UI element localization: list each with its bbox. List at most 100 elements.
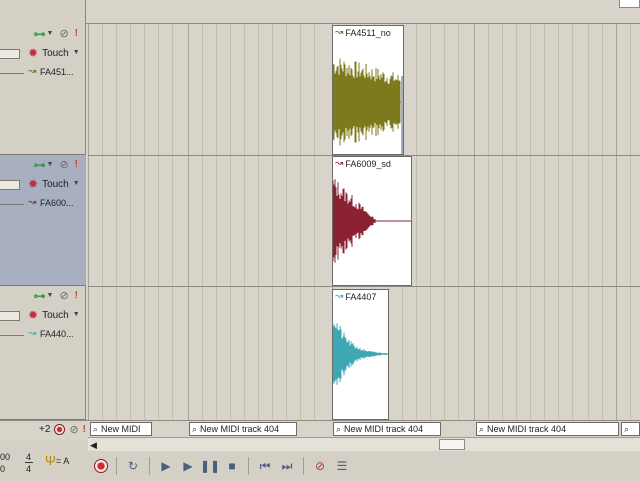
separator xyxy=(149,457,150,475)
transpose-value[interactable]: +2 xyxy=(39,424,50,435)
meter-bottom[interactable]: 4 xyxy=(26,464,31,474)
solo-icon[interactable]: ! xyxy=(75,28,78,40)
midi-clip[interactable]: ⌕ xyxy=(621,422,640,436)
track-header-2[interactable]: ⊶ ▼ ⊘ ! ✹ Touch ▼ ↝ FA600... xyxy=(0,155,86,286)
mute-icon[interactable]: ⊘ xyxy=(59,290,68,302)
volume-slider[interactable] xyxy=(0,180,20,190)
separator xyxy=(248,457,249,475)
tempo-value[interactable]: 00 xyxy=(0,452,10,462)
grid-line xyxy=(458,24,459,420)
separator xyxy=(303,457,304,475)
midi-clip-icon: ⌕ xyxy=(624,423,630,434)
midi-track-row: +2 ⊘ ! ⌕ New MIDI ⌕ New MIDI track 404 ⌕… xyxy=(0,420,640,437)
grid-line xyxy=(172,24,173,420)
midi-track-header[interactable]: +2 ⊘ ! xyxy=(0,421,90,438)
grid-line xyxy=(202,24,203,420)
record-button[interactable] xyxy=(94,459,108,473)
midi-clip-label: New MIDI track 404 xyxy=(200,424,280,434)
mute-icon[interactable]: ⊘ xyxy=(69,424,78,436)
meter-top[interactable]: 4 xyxy=(26,452,31,462)
track-headers: ⊶ ▼ ⊘ ! ✹ Touch ▼ ↝ FA451... ⊶ ▼ ⊘ ! ✹ T… xyxy=(0,0,86,420)
chevron-down-icon[interactable]: ▼ xyxy=(73,309,80,321)
midi-clip-icon: ⌕ xyxy=(336,423,342,434)
play-icon[interactable]: ▶ xyxy=(158,458,174,474)
solo-icon[interactable]: ! xyxy=(75,159,78,171)
top-clip-fragment[interactable] xyxy=(619,0,640,8)
lane-label: FA440... xyxy=(40,329,74,339)
chevron-down-icon[interactable]: ▼ xyxy=(73,178,80,190)
grid-line xyxy=(188,24,189,420)
lane-arrow-icon: ↝ xyxy=(28,66,37,77)
automation-lane-line xyxy=(0,335,24,336)
scrollbar-thumb[interactable] xyxy=(439,439,465,450)
automation-mode[interactable]: Touch xyxy=(42,179,69,190)
chevron-down-icon[interactable]: ▼ xyxy=(47,290,54,302)
lane-label: FA600... xyxy=(40,198,74,208)
tempo-value-2[interactable]: 0 xyxy=(0,464,5,474)
grid-line xyxy=(286,24,287,420)
mixer-icon[interactable]: ☰ xyxy=(334,458,350,474)
grid-line xyxy=(488,24,489,420)
grid-line xyxy=(602,24,603,420)
skip-forward-icon[interactable]: ⏭ xyxy=(279,458,295,474)
gear-icon[interactable]: ✹ xyxy=(28,309,38,321)
chevron-down-icon[interactable]: ▼ xyxy=(73,47,80,59)
midi-clip[interactable]: ⌕ New MIDI track 404 xyxy=(476,422,619,436)
grid-line xyxy=(544,24,545,420)
record-arm-icon[interactable] xyxy=(54,424,66,435)
chevron-down-icon[interactable]: ▼ xyxy=(47,159,54,171)
midi-clip-label: New MIDI track 404 xyxy=(344,424,424,434)
audio-clip-2[interactable]: ↝ FA6009_sd xyxy=(332,156,412,286)
grid-line xyxy=(430,24,431,420)
grid-line xyxy=(144,24,145,420)
chevron-down-icon[interactable]: ▼ xyxy=(47,28,54,40)
gear-icon[interactable]: ✹ xyxy=(28,178,38,190)
audio-clip-1[interactable]: ↝ FA4511_no xyxy=(332,25,404,155)
grid-line xyxy=(130,24,131,420)
solo-icon[interactable]: ! xyxy=(83,424,86,436)
lane-arrow-icon: ↝ xyxy=(28,197,37,208)
track-header-3[interactable]: ⊶ ▼ ⊘ ! ✹ Touch ▼ ↝ FA440... xyxy=(0,286,86,420)
play-selection-icon[interactable]: ▶ xyxy=(180,458,196,474)
grid-line xyxy=(116,24,117,420)
key-value[interactable]: = A xyxy=(56,456,69,466)
track-header-1[interactable]: ⊶ ▼ ⊘ ! ✹ Touch ▼ ↝ FA451... xyxy=(0,24,86,155)
horizontal-scrollbar[interactable]: ◀ xyxy=(88,437,640,451)
lane-label: FA451... xyxy=(40,67,74,77)
solo-icon[interactable]: ! xyxy=(75,290,78,302)
midi-clip[interactable]: ⌕ New MIDI track 404 xyxy=(189,422,297,436)
volume-slider[interactable] xyxy=(0,311,20,321)
pause-icon[interactable]: ❚❚ xyxy=(200,458,220,474)
midi-clip[interactable]: ⌕ New MIDI xyxy=(90,422,152,436)
grid-line xyxy=(416,24,417,420)
input-monitor-icon[interactable]: ⊶ xyxy=(34,290,46,302)
midi-clip-label: New MIDI track 404 xyxy=(487,424,567,434)
automation-mode[interactable]: Touch xyxy=(42,48,69,59)
mute-icon[interactable]: ⊘ xyxy=(59,159,68,171)
grid-line xyxy=(516,24,517,420)
metronome-icon[interactable]: ⊘ xyxy=(312,458,328,474)
grid-line xyxy=(558,24,559,420)
audio-clip-3[interactable]: ↝ FA4407 xyxy=(332,289,389,420)
stop-icon[interactable]: ■ xyxy=(224,458,240,474)
midi-clip-label: New MIDI xyxy=(101,424,141,434)
input-monitor-icon[interactable]: ⊶ xyxy=(34,28,46,40)
gear-icon[interactable]: ✹ xyxy=(28,47,38,59)
skip-back-icon[interactable]: ⏮ xyxy=(257,458,273,474)
grid-line xyxy=(616,24,617,420)
loop-icon[interactable]: ↻ xyxy=(125,458,141,474)
midi-clip-icon: ⌕ xyxy=(93,423,99,434)
volume-slider[interactable] xyxy=(0,49,20,59)
mute-icon[interactable]: ⊘ xyxy=(59,28,68,40)
grid-line xyxy=(230,24,231,420)
grid-line xyxy=(630,24,631,420)
automation-mode[interactable]: Touch xyxy=(42,310,69,321)
grid-line xyxy=(300,24,301,420)
automation-lane-line xyxy=(0,204,24,205)
top-strip xyxy=(0,0,640,24)
grid-line xyxy=(474,24,475,420)
input-monitor-icon[interactable]: ⊶ xyxy=(34,159,46,171)
midi-clip[interactable]: ⌕ New MIDI track 404 xyxy=(333,422,441,436)
scroll-left-icon[interactable]: ◀ xyxy=(90,440,97,451)
grid-line xyxy=(158,24,159,420)
